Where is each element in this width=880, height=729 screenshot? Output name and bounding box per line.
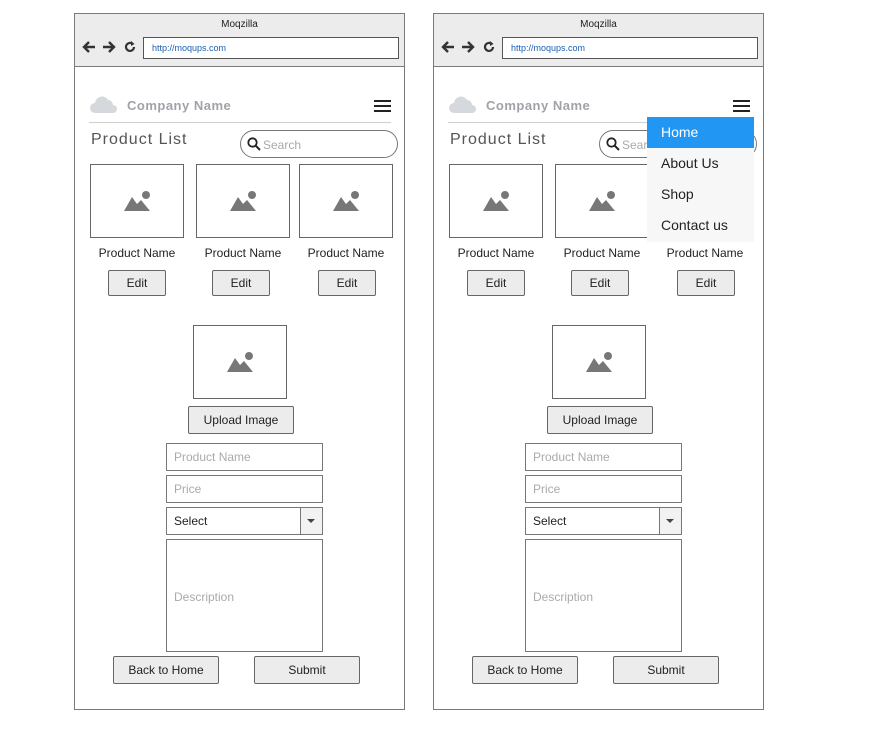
cloud-logo-icon [449,96,476,113]
category-select[interactable]: Select [166,507,323,535]
address-bar[interactable]: http://moqups.com [143,37,399,59]
page-title: Product List [91,131,188,148]
product-image [299,164,393,238]
select-value: Select [533,514,567,528]
image-placeholder-icon [589,191,617,211]
product-name: Product Name [666,246,744,260]
cloud-logo-icon [90,96,117,113]
edit-button[interactable]: Edit [212,270,270,296]
reload-icon[interactable] [123,40,137,54]
reload-icon[interactable] [482,40,496,54]
product-name: Product Name [307,246,385,260]
menu-item-contact-us[interactable]: Contact us [647,210,754,241]
search-icon [606,137,620,151]
menu-item-home[interactable]: Home [647,117,754,148]
upload-image-button[interactable]: Upload Image [547,406,653,434]
browser-window-2: Moqzilla http://moqups.com Company Name … [433,13,764,710]
description-field[interactable]: Description [525,539,682,652]
forward-arrow-icon[interactable] [102,40,116,54]
upload-image-preview [552,325,646,399]
browser-chrome: Moqzilla http://moqups.com [434,14,763,67]
image-placeholder-icon [333,191,361,211]
category-select[interactable]: Select [525,507,682,535]
product-card: Product Name Edit [449,164,543,296]
forward-arrow-icon[interactable] [461,40,475,54]
page-title: Product List [450,131,547,148]
product-name: Product Name [563,246,641,260]
menu-item-about-us[interactable]: About Us [647,148,754,179]
search-icon [247,137,261,151]
description-field[interactable]: Description [166,539,323,652]
product-image [555,164,649,238]
product-card: Product Name Edit [299,164,393,296]
company-name: Company Name [127,98,232,113]
edit-button[interactable]: Edit [318,270,376,296]
back-arrow-icon[interactable] [441,40,455,54]
submit-button[interactable]: Submit [254,656,360,684]
chevron-down-icon[interactable] [659,508,681,534]
search-input[interactable]: Search [240,130,398,158]
select-value: Select [174,514,208,528]
product-card: Product Name Edit [196,164,290,296]
product-name: Product Name [204,246,282,260]
edit-button[interactable]: Edit [108,270,166,296]
price-field[interactable]: Price [525,475,682,503]
window-title: Moqzilla [580,19,617,30]
window-title: Moqzilla [221,19,258,30]
product-card: Product Name Edit [555,164,649,296]
image-placeholder-icon [483,191,511,211]
company-name: Company Name [486,98,591,113]
back-arrow-icon[interactable] [82,40,96,54]
address-bar[interactable]: http://moqups.com [502,37,758,59]
site-header: Company Name [89,92,391,123]
price-field[interactable]: Price [166,475,323,503]
menu-item-shop[interactable]: Shop [647,179,754,210]
browser-chrome: Moqzilla http://moqups.com [75,14,404,67]
product-image [90,164,184,238]
search-placeholder: Search [263,138,302,152]
browser-window-1: Moqzilla http://moqups.com Company Name … [74,13,405,710]
nav-dropdown-menu: Home About Us Shop Contact us [647,117,754,242]
edit-button[interactable]: Edit [467,270,525,296]
edit-button[interactable]: Edit [571,270,629,296]
hamburger-menu-icon[interactable] [733,100,750,113]
product-name-field[interactable]: Product Name [525,443,682,471]
edit-button[interactable]: Edit [677,270,735,296]
description-placeholder: Description [533,590,594,604]
chevron-down-icon[interactable] [300,508,322,534]
submit-button[interactable]: Submit [613,656,719,684]
back-to-home-button[interactable]: Back to Home [113,656,219,684]
upload-image-button[interactable]: Upload Image [188,406,294,434]
product-name-field[interactable]: Product Name [166,443,323,471]
product-name: Product Name [457,246,535,260]
image-placeholder-icon [586,352,614,372]
image-placeholder-icon [227,352,255,372]
description-placeholder: Description [174,590,235,604]
product-image [449,164,543,238]
image-placeholder-icon [230,191,258,211]
product-name: Product Name [98,246,176,260]
product-card: Product Name Edit [90,164,184,296]
upload-image-preview [193,325,287,399]
image-placeholder-icon [124,191,152,211]
hamburger-menu-icon[interactable] [374,100,391,113]
back-to-home-button[interactable]: Back to Home [472,656,578,684]
product-image [196,164,290,238]
